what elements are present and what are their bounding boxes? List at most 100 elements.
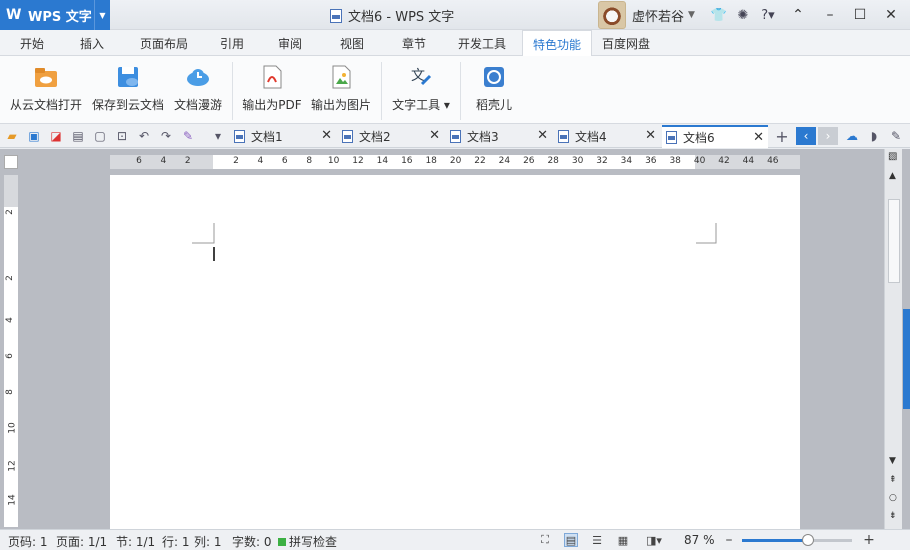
full-screen-icon[interactable]: ⛶	[538, 533, 552, 547]
zoom-level: 87 %	[684, 533, 715, 547]
doc-roaming-button[interactable]: 文档漫游	[172, 62, 224, 118]
close-tab-icon[interactable]: ✕	[753, 130, 764, 145]
tab-7[interactable]: 章节	[392, 30, 436, 56]
scroll-left-icon[interactable]: ‹	[796, 127, 816, 145]
tab-10[interactable]: 百度网盘	[592, 30, 660, 56]
document-tab[interactable]: 文档1 ✕	[230, 125, 336, 148]
document-tab[interactable]: 文档2 ✕	[338, 125, 444, 148]
zoom-slider[interactable]	[742, 534, 852, 546]
text-tools-icon: 文	[408, 64, 434, 90]
vertical-ruler[interactable]: 2 2 4 6 8 10 12 14	[4, 175, 18, 527]
scroll-up-icon[interactable]: ▲	[889, 171, 896, 181]
chevron-down-icon[interactable]: ▾	[210, 128, 226, 144]
pdf-export-icon[interactable]: ◪	[48, 128, 64, 144]
close-tab-icon[interactable]: ✕	[645, 128, 656, 143]
print-icon[interactable]: ▤	[70, 128, 86, 144]
help-icon[interactable]: ?▾	[757, 6, 779, 24]
ruler-tick-label: 30	[571, 156, 584, 166]
close-tab-icon[interactable]: ✕	[321, 128, 332, 143]
docer-button[interactable]: 稻壳儿	[470, 62, 518, 118]
zoom-slider-handle[interactable]	[802, 534, 814, 546]
text-tools-button[interactable]: 文 文字工具 ▾	[390, 62, 452, 118]
scroll-right-icon[interactable]: ›	[818, 127, 838, 145]
horizontal-ruler[interactable]: 6 4 2 2 4 6 8 10 12 14 16 18 20 22 24 26 28 30 32 34 36 38 40 4…	[110, 155, 800, 169]
select-browse-icon[interactable]: ○	[889, 493, 897, 503]
document-tab[interactable]: 文档4 ✕	[554, 125, 660, 148]
page-view-icon[interactable]: ▤	[564, 533, 578, 547]
spell-check-toggle[interactable]: 拼写检查	[278, 533, 337, 550]
tab-8[interactable]: 开发工具	[448, 30, 516, 56]
open-from-cloud-button[interactable]: 从云文档打开	[10, 62, 82, 118]
minimize-button[interactable]: –	[815, 0, 845, 30]
ruler-tick-label: 2	[233, 156, 239, 166]
web-view-icon[interactable]: ▦	[616, 533, 630, 547]
outline-view-icon[interactable]: ☰	[590, 533, 604, 547]
ribbon: 从云文档打开 保存到云文档 文档漫游 输出为PDF 输出为图片 文 文字工具 ▾	[0, 56, 910, 124]
scroll-down-icon[interactable]: ▼	[889, 456, 896, 466]
zoom-in-icon[interactable]: +	[862, 532, 876, 548]
app-menu-button[interactable]: W WPS 文字 ▼	[0, 0, 110, 30]
cloud-clock-icon	[185, 64, 211, 90]
save-icon[interactable]: ▣	[26, 128, 42, 144]
format-painter-icon[interactable]: ✎	[180, 128, 196, 144]
document-icon	[234, 130, 245, 143]
avatar[interactable]	[598, 1, 626, 29]
word-count[interactable]: 字数: 0	[232, 533, 272, 550]
weibo-icon[interactable]: ✺	[734, 6, 752, 24]
user-account[interactable]: 虚怀若谷 ▼	[598, 0, 695, 30]
preview-icon[interactable]: ⊡	[114, 128, 130, 144]
window-title-text: 文档6 - WPS 文字	[348, 10, 455, 25]
new-tab-icon[interactable]: +	[774, 127, 790, 146]
print-preview-icon[interactable]: ▢	[92, 128, 108, 144]
ruler-tick-label: 8	[306, 156, 313, 166]
tab-2[interactable]: 插入	[70, 30, 114, 56]
translate-icon[interactable]: ✎	[888, 128, 904, 144]
vertical-scrollbar[interactable]: ▧ ▲ ▼ ⇞ ○ ⇟	[884, 149, 902, 529]
ruler-tick-label: 4	[257, 156, 264, 166]
chevron-down-icon[interactable]: ▼	[94, 0, 110, 30]
share-icon[interactable]: ◗	[866, 128, 882, 144]
column-indicator: 列: 1	[194, 535, 222, 549]
open-icon[interactable]: ▰	[4, 128, 20, 144]
side-panel-toggle[interactable]	[903, 309, 910, 409]
export-pdf-button[interactable]: 输出为PDF	[242, 62, 302, 118]
document-tab-label: 文档4	[575, 130, 607, 144]
tab-1[interactable]: 开始	[10, 30, 54, 56]
collapse-ribbon-icon[interactable]: ⌃	[783, 0, 813, 30]
ruler-tick-label: 22	[474, 156, 486, 166]
tab-6[interactable]: 视图	[330, 30, 374, 56]
close-button[interactable]: ✕	[876, 0, 906, 30]
document-page[interactable]	[110, 175, 800, 529]
ruler-tick-label: 10	[7, 422, 18, 434]
document-tab-label: 文档3	[467, 130, 499, 144]
tab-5[interactable]: 审阅	[268, 30, 312, 56]
close-tab-icon[interactable]: ✕	[537, 128, 548, 143]
ruler-corner	[4, 155, 18, 169]
skin-icon[interactable]: 👕	[710, 6, 728, 24]
chevron-down-icon[interactable]: ▼	[688, 10, 695, 20]
save-to-cloud-button[interactable]: 保存到云文档	[92, 62, 164, 118]
zoom-out-icon[interactable]: –	[722, 532, 736, 548]
tab-3[interactable]: 页面布局	[130, 30, 198, 56]
scrollbar-thumb[interactable]	[888, 199, 900, 283]
docer-icon	[481, 64, 507, 90]
undo-icon[interactable]: ↶	[136, 128, 152, 144]
close-tab-icon[interactable]: ✕	[429, 128, 440, 143]
tab-4[interactable]: 引用	[210, 30, 254, 56]
redo-icon[interactable]: ↷	[158, 128, 174, 144]
document-tab[interactable]: 文档3 ✕	[446, 125, 552, 148]
export-image-button[interactable]: 输出为图片	[310, 62, 372, 118]
split-view-icon[interactable]: ▧	[888, 151, 897, 162]
next-page-icon[interactable]: ⇟	[889, 511, 897, 521]
ruler-tick-label: 6	[136, 156, 142, 166]
document-tab-label: 文档2	[359, 130, 391, 144]
tab-9[interactable]: 特色功能	[522, 30, 593, 57]
cloud-icon[interactable]: ☁	[844, 128, 860, 144]
ribbon-divider	[460, 62, 461, 120]
document-tab[interactable]: 文档6 ✕	[662, 125, 768, 148]
ruler-tick-label: 2	[4, 275, 15, 281]
maximize-button[interactable]: ☐	[845, 0, 875, 30]
ruler-text-area	[4, 207, 18, 527]
eye-protection-icon[interactable]: ◨▾	[642, 533, 666, 547]
previous-page-icon[interactable]: ⇞	[889, 475, 897, 485]
